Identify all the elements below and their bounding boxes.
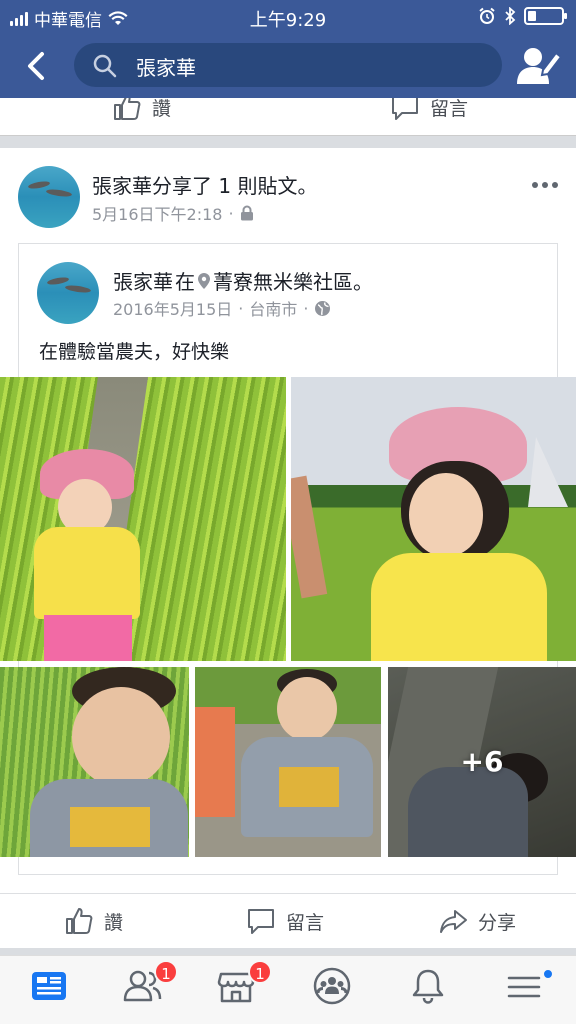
comment-icon — [248, 909, 274, 934]
back-button[interactable] — [18, 46, 54, 86]
chevron-left-icon — [28, 52, 44, 80]
place-name[interactable]: 菁寮無米樂社區。 — [213, 266, 373, 295]
comment-icon — [392, 98, 418, 120]
shared-post-text: 在體驗當農夫，好快樂 — [39, 341, 230, 363]
like-label: 讚 — [152, 98, 172, 120]
thumbs-up-icon — [114, 98, 141, 120]
photo-5[interactable]: +6 — [388, 667, 576, 857]
shared-city[interactable]: 台南市 — [249, 296, 297, 320]
meta-separator: · — [238, 298, 244, 318]
share-button[interactable]: 分享 — [438, 906, 516, 936]
comment-label: 留言 — [430, 98, 469, 120]
photo-4[interactable] — [195, 667, 381, 857]
nav-menu[interactable] — [504, 966, 554, 1010]
globe-icon — [315, 300, 331, 316]
location-pin-icon — [198, 272, 210, 289]
thumbs-up-icon — [66, 908, 93, 934]
photo-2[interactable] — [291, 377, 576, 661]
nav-news-feed[interactable] — [29, 966, 77, 1010]
lock-icon — [240, 205, 253, 221]
shared-date[interactable]: 2016年5月15日 — [113, 296, 232, 320]
comment-button[interactable]: 留言 — [246, 906, 324, 936]
photo-1[interactable] — [0, 377, 286, 661]
meta-separator: · — [228, 203, 234, 223]
like-button[interactable]: 讚 — [112, 98, 171, 122]
alarm-icon — [479, 7, 495, 24]
nav-friend-requests[interactable]: 1 — [122, 960, 178, 1010]
post-card: 張家華分享了 1 則貼文。 5月16日下午2:18 · 張家華 在 菁寮無米樂社… — [0, 148, 576, 948]
post-timestamp[interactable]: 5月16日下午2:18 — [92, 201, 222, 225]
bell-icon — [412, 969, 444, 1004]
previous-post-actions: 讚 留言 — [0, 98, 576, 136]
news-feed-icon — [32, 972, 66, 1000]
menu-icon — [507, 976, 541, 998]
author-avatar[interactable] — [18, 166, 80, 228]
share-icon — [440, 910, 467, 933]
nav-notifications[interactable] — [408, 966, 456, 1010]
comment-button[interactable]: 留言 — [390, 98, 468, 122]
like-button[interactable]: 讚 — [64, 906, 123, 936]
search-icon — [93, 54, 117, 78]
menu-notification-dot — [542, 968, 554, 980]
search-query[interactable]: 張家華 — [136, 52, 196, 81]
photo-3[interactable] — [0, 667, 189, 857]
more-options-button[interactable] — [532, 182, 558, 188]
status-bar: 中華電信 上午9:29 — [0, 0, 576, 34]
nav-groups[interactable] — [312, 966, 360, 1010]
like-label: 讚 — [104, 911, 124, 934]
battery-icon — [524, 7, 567, 25]
post-actions: 讚 留言 分享 — [0, 893, 576, 948]
post-headline[interactable]: 張家華分享了 1 則貼文。 — [92, 170, 317, 199]
post-meta: 5月16日下午2:18 · — [92, 201, 254, 225]
search-bar[interactable]: 張家華 — [74, 43, 502, 87]
bottom-nav: 1 1 — [0, 955, 576, 1024]
shared-author-name[interactable]: 張家華 — [113, 266, 173, 295]
comment-label: 留言 — [286, 911, 325, 934]
top-bar: 中華電信 上午9:29 張家華 — [0, 0, 576, 98]
shared-author-avatar[interactable] — [37, 262, 99, 324]
more-photos-count[interactable]: +6 — [388, 745, 576, 778]
profile-button[interactable] — [516, 44, 563, 88]
shared-meta: 2016年5月15日 · 台南市 · — [113, 296, 331, 320]
shared-headline: 張家華 在 菁寮無米樂社區。 — [113, 266, 373, 295]
at-word: 在 — [175, 270, 195, 294]
meta-separator: · — [303, 298, 309, 318]
marketplace-badge: 1 — [248, 960, 272, 984]
user-edit-icon — [517, 48, 563, 84]
groups-icon — [313, 967, 351, 1005]
share-label: 分享 — [478, 911, 517, 934]
friend-requests-badge: 1 — [154, 960, 178, 984]
nav-marketplace[interactable]: 1 — [216, 960, 272, 1010]
bluetooth-icon — [505, 7, 516, 25]
